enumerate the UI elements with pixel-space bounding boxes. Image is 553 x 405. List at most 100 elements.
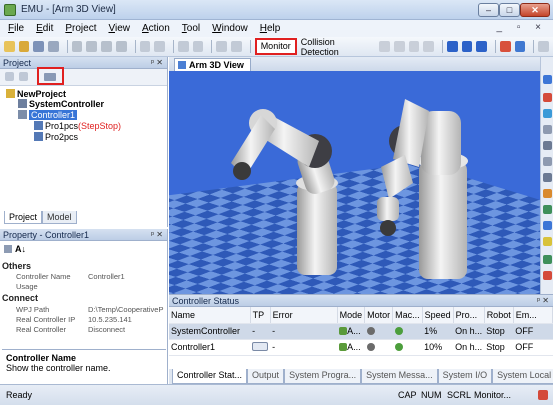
tool-icon[interactable] [543, 189, 552, 198]
menu-tool[interactable]: Tool [182, 23, 200, 34]
prop-row[interactable]: WPJ Path D:\Temp\CooperativeP [8, 305, 166, 315]
menu-help[interactable]: Help [260, 23, 281, 34]
no-entry-icon[interactable] [543, 93, 552, 102]
cell-name: Controller1 [169, 339, 251, 356]
cut-icon[interactable] [71, 41, 83, 52]
layer-icon[interactable] [543, 205, 552, 214]
column-header[interactable]: Robot [484, 307, 514, 324]
teach-icon[interactable] [514, 41, 526, 52]
close-button[interactable]: ✕ [520, 3, 550, 17]
axis-icon[interactable] [543, 255, 552, 264]
menu-action[interactable]: Action [142, 23, 170, 34]
column-header[interactable]: Pro... [453, 307, 485, 324]
controller-status-header: Controller Status ᵖ ✕ [169, 295, 553, 307]
undo-icon[interactable] [139, 41, 151, 52]
grid-icon[interactable] [543, 221, 552, 230]
prop-row[interactable]: Real Controller Disconnect [8, 325, 166, 335]
pin-close-icon[interactable]: ᵖ ✕ [537, 295, 549, 307]
monitor-button[interactable]: Monitor [254, 38, 297, 55]
prop-key: Real Controller [16, 325, 67, 334]
tab-system-program[interactable]: System Progra... [284, 369, 362, 384]
paste-icon[interactable] [101, 41, 112, 52]
column-header[interactable]: Speed [422, 307, 454, 324]
program-status: (StepStop) [78, 121, 122, 131]
menu-edit[interactable]: Edit [36, 23, 53, 34]
align-right-icon[interactable] [192, 41, 204, 52]
light-icon[interactable] [543, 237, 552, 246]
menu-view[interactable]: View [108, 23, 130, 34]
maximize-button[interactable]: □ [499, 3, 520, 17]
pin-close-icon[interactable]: ᵖ ✕ [151, 57, 163, 69]
hand-icon[interactable] [538, 41, 550, 52]
save-icon[interactable] [48, 41, 59, 52]
collision-detection-button[interactable]: Collision Detection [301, 37, 373, 57]
rotate-icon[interactable] [543, 109, 552, 118]
column-header[interactable]: Mode [337, 307, 366, 324]
tab-project[interactable]: Project [4, 211, 43, 224]
category-others[interactable]: Others [2, 261, 31, 271]
tree-program-2[interactable]: Pro2pcs [34, 132, 78, 142]
property-panel: Property - Controller1 ᵖ ✕ A↓ Others Con… [0, 229, 168, 384]
tab-arm-3d-view[interactable]: Arm 3D View [174, 58, 251, 71]
column-header[interactable]: Mac... [392, 307, 423, 324]
view-front-icon[interactable] [543, 75, 552, 84]
column-header[interactable]: TP [250, 307, 271, 324]
tab-output[interactable]: Output [247, 369, 285, 384]
clear-icon[interactable] [543, 271, 552, 280]
prop-row[interactable]: Controller Name Controller1 [8, 272, 166, 282]
column-header[interactable]: Em... [513, 307, 553, 324]
new-file-icon[interactable] [4, 41, 15, 52]
redo-icon[interactable] [154, 41, 165, 52]
categorize-icon[interactable] [4, 245, 12, 253]
zoom-icon[interactable] [543, 157, 552, 166]
tab-model[interactable]: Model [42, 211, 77, 224]
robot-icon[interactable] [500, 41, 511, 52]
indent-icon[interactable] [216, 41, 228, 52]
prop-row[interactable]: Usage [8, 282, 166, 292]
tab-system-message[interactable]: System Messa... [361, 369, 438, 384]
menu-file[interactable]: File [8, 23, 24, 34]
delete-icon[interactable] [19, 72, 28, 81]
teach-pendant-icon[interactable] [252, 342, 269, 351]
pin-close-icon[interactable]: ᵖ ✕ [151, 229, 163, 241]
tab-system-io[interactable]: System I/O [437, 369, 493, 384]
camera-icon[interactable] [543, 141, 552, 150]
mdi-window-controls[interactable]: _ ▫ × [496, 22, 547, 33]
align-left-icon[interactable] [177, 41, 189, 52]
column-header[interactable]: Error [270, 307, 338, 324]
pause-icon[interactable] [408, 41, 420, 52]
tab-controller-status[interactable]: Controller Stat... [172, 369, 248, 384]
help-icon[interactable] [5, 72, 14, 81]
pan-icon[interactable] [543, 125, 552, 134]
menu-window[interactable]: Window [212, 23, 248, 34]
copy-icon[interactable] [86, 41, 98, 52]
column-header[interactable]: Name [169, 307, 251, 324]
tree-controller[interactable]: Controller1 [18, 110, 78, 120]
tree-program-1[interactable]: Pro1pcs(StepStop) [34, 121, 121, 131]
table-row[interactable]: SystemController - - A... 1% On h... Sto… [169, 323, 553, 340]
prop-row[interactable]: Real Controller IP 10.5.235.141 [8, 315, 166, 325]
point-icon[interactable] [461, 41, 473, 52]
step-icon[interactable] [393, 41, 405, 52]
play-icon[interactable] [379, 41, 390, 52]
category-connect[interactable]: Connect [2, 293, 38, 303]
table-row[interactable]: Controller1 - A... 10% On h... Stop OFF [169, 339, 553, 356]
save-all-icon[interactable] [33, 41, 45, 52]
stop-icon[interactable] [423, 41, 434, 52]
sort-icon[interactable]: A↓ [4, 244, 26, 254]
delete-icon[interactable] [115, 41, 127, 52]
cursor-icon[interactable] [446, 41, 458, 52]
fit-icon[interactable] [543, 173, 552, 182]
column-header[interactable]: Motor [364, 307, 394, 324]
resize-grip-icon[interactable] [538, 390, 548, 400]
minimize-button[interactable]: – [478, 3, 499, 17]
tab-system-local[interactable]: System Local ... [492, 369, 553, 384]
refresh-icon[interactable] [476, 41, 488, 52]
open-folder-icon[interactable] [18, 41, 30, 52]
tree-root[interactable]: NewProject [6, 89, 66, 99]
menu-project[interactable]: Project [65, 23, 96, 34]
cell-tp[interactable] [250, 339, 271, 356]
tree-system-controller[interactable]: SystemController [18, 99, 104, 109]
outdent-icon[interactable] [231, 41, 242, 52]
arm-3d-viewport[interactable] [169, 71, 540, 294]
